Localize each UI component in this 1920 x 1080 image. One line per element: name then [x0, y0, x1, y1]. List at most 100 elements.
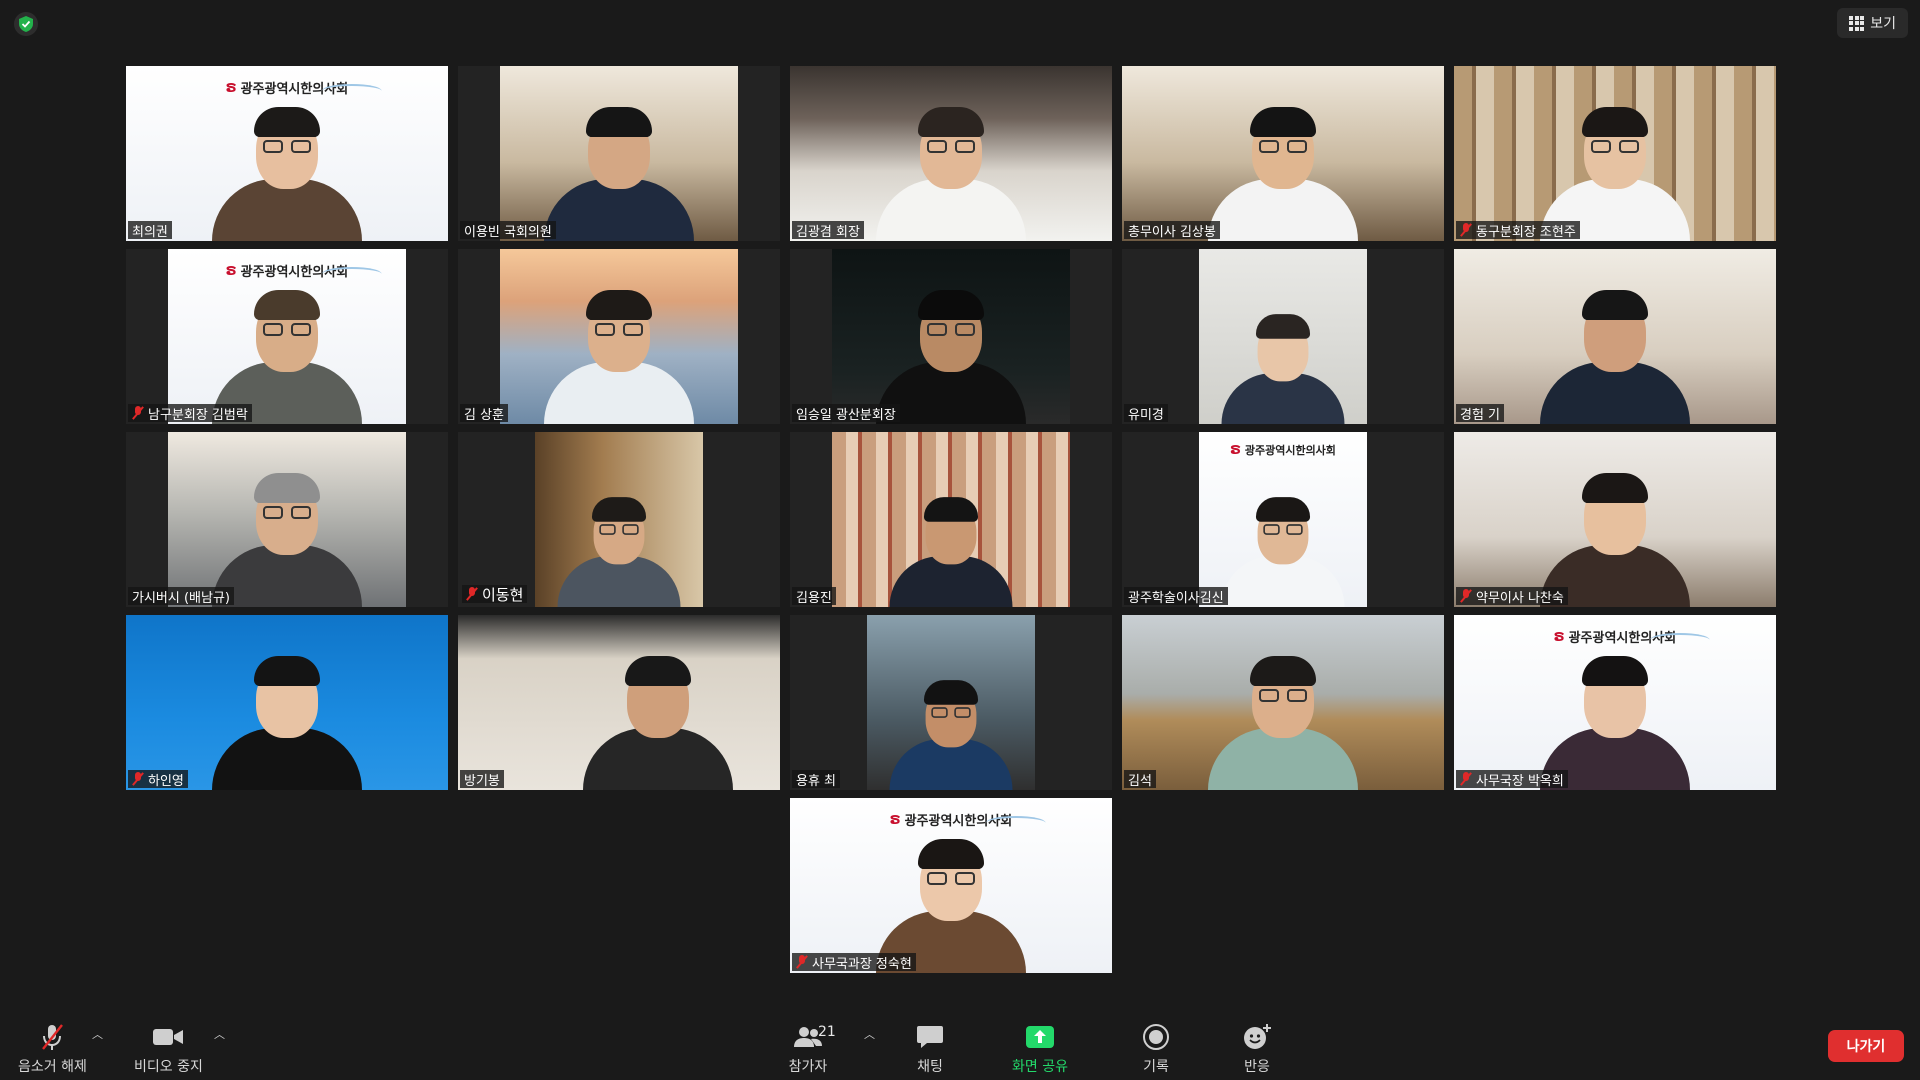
participant-name-tag: 방기봉 — [460, 770, 504, 789]
participant-figure — [1540, 457, 1690, 607]
participant-figure — [889, 667, 1013, 790]
share-screen-arrow-icon — [1025, 1020, 1055, 1054]
muted-mic-icon — [466, 587, 478, 601]
participant-video — [867, 615, 1035, 790]
participant-tile[interactable]: 가시버시 (배남규) — [126, 432, 448, 607]
participant-tile[interactable]: 총무이사 김상봉 — [1122, 66, 1444, 241]
participant-name-tag: 남구분회장 김범락 — [128, 404, 252, 423]
muted-mic-icon — [1460, 772, 1472, 786]
participant-video: ຣ 광주광역시한의사회 — [1454, 615, 1776, 790]
video-options-chevron-up-icon[interactable]: ︿ — [214, 1029, 225, 1040]
participant-video: ຣ 광주광역시한의사회 — [167, 249, 407, 424]
participant-video — [535, 432, 703, 607]
participant-figure — [1540, 640, 1690, 790]
participant-name-tag: 이용빈 국회의원 — [460, 221, 556, 240]
participant-video — [499, 66, 739, 241]
muted-mic-icon — [37, 1020, 67, 1054]
participant-tile[interactable]: 용휴 최 — [790, 615, 1112, 790]
participant-name-tag: 용휴 최 — [792, 770, 841, 789]
participant-figure — [212, 457, 362, 607]
participant-name-tag: 유미경 — [1124, 404, 1168, 423]
participant-name-tag: 광주학술이사김신 — [1124, 587, 1228, 606]
muted-mic-icon — [132, 406, 144, 420]
participant-tile[interactable]: 이용빈 국회의원 — [458, 66, 780, 241]
participant-name-tag: 김석 — [1124, 770, 1156, 789]
participant-video — [1454, 249, 1776, 424]
participant-figure — [1540, 91, 1690, 241]
video-camera-icon — [152, 1020, 184, 1054]
participant-figure — [876, 823, 1026, 973]
audio-options-chevron-up-icon[interactable]: ︿ — [92, 1029, 103, 1040]
participant-tile[interactable]: 김 상훈 — [458, 249, 780, 424]
participant-figure — [1540, 274, 1690, 424]
view-button[interactable]: 보기 — [1837, 8, 1908, 38]
participant-video — [1122, 66, 1444, 241]
participant-tile[interactable]: 동구분회장 조현주 — [1454, 66, 1776, 241]
participant-tile[interactable]: 임승일 광산분회장 — [790, 249, 1112, 424]
participant-video: ຣ 광주광역시한의사회 — [126, 66, 448, 241]
participant-tile[interactable]: ຣ 광주광역시한의사회 남구분회장 김범락 — [126, 249, 448, 424]
participant-figure — [876, 274, 1026, 424]
zoom-meeting-window: 보기 ຣ 광주광역시한의사회 최의권 이용빈 국회의원 김광겸 회장 총무이사 … — [0, 0, 1920, 1080]
participant-video — [499, 249, 739, 424]
participant-name-tag: 김광겸 회장 — [792, 221, 864, 240]
participant-video — [1454, 432, 1776, 607]
share-screen-button[interactable]: 화면 공유 — [1012, 1020, 1068, 1076]
participant-name-tag: 약무이사 나찬숙 — [1456, 587, 1568, 606]
participant-figure — [1208, 91, 1358, 241]
participant-video — [790, 66, 1112, 241]
participants-options-chevron-up-icon[interactable]: ︿ — [864, 1029, 875, 1040]
participant-tile-active-speaker[interactable]: 김광겸 회장 — [790, 66, 1112, 241]
participant-video — [167, 432, 407, 607]
participant-figure — [544, 91, 694, 241]
chat-button[interactable]: 채팅 — [916, 1020, 944, 1076]
participant-figure — [876, 91, 1026, 241]
participant-tile[interactable]: 유미경 — [1122, 249, 1444, 424]
participant-tile[interactable]: ຣ 광주광역시한의사회 사무국장 박옥희 — [1454, 615, 1776, 790]
grid-icon — [1849, 15, 1865, 31]
participant-tile[interactable]: ຣ 광주광역시한의사회 최의권 — [126, 66, 448, 241]
participant-figure — [212, 274, 362, 424]
participant-figure — [582, 640, 733, 790]
participant-figure — [557, 484, 681, 607]
participants-button[interactable]: 21 참가자 — [780, 1020, 836, 1076]
participant-name-tag: 동구분회장 조현주 — [1456, 221, 1580, 240]
chat-bubble-icon — [916, 1020, 944, 1054]
participant-tile[interactable]: 하인영 — [126, 615, 448, 790]
muted-mic-icon — [132, 772, 144, 786]
shield-check-icon[interactable] — [14, 12, 38, 36]
participant-figure — [1221, 301, 1345, 424]
participant-figure — [212, 91, 362, 241]
record-button[interactable]: 기록 — [1142, 1020, 1170, 1076]
participant-tile[interactable]: 김용진 — [790, 432, 1112, 607]
participant-name-tag: 이동현 — [462, 585, 528, 604]
reactions-button[interactable]: 반응 — [1242, 1020, 1272, 1076]
participant-video — [1454, 66, 1776, 241]
participant-tile[interactable]: ຣ 광주광역시한의사회 사무국과장 정숙현 — [790, 798, 1112, 973]
participants-icon: 21 — [780, 1020, 836, 1054]
participant-name-tag: 총무이사 김상봉 — [1124, 221, 1220, 240]
unmute-button[interactable]: 음소거 해제 — [18, 1020, 87, 1076]
participant-name-tag: 김용진 — [792, 587, 836, 606]
participant-video — [126, 615, 448, 790]
stop-video-button[interactable]: 비디오 중지 — [134, 1020, 203, 1076]
participant-video — [1199, 249, 1367, 424]
leave-meeting-button[interactable]: 나가기 — [1828, 1030, 1904, 1062]
participant-figure — [212, 640, 362, 790]
participant-name-tag: 하인영 — [128, 770, 188, 789]
participant-figure — [1221, 484, 1345, 607]
participant-name-tag: 임승일 광산분회장 — [792, 404, 900, 423]
participant-tile[interactable]: 이동현 — [458, 432, 780, 607]
meeting-toolbar: 음소거 해제 ︿ 비디오 중지 ︿ 21 참가자 ︿ 채팅 화면 공유 기록 반… — [0, 1016, 1920, 1080]
participant-tile[interactable]: ຣ 광주광역시한의사회 광주학술이사김신 — [1122, 432, 1444, 607]
participant-tile[interactable]: 경험 기 — [1454, 249, 1776, 424]
society-logo: ຣ 광주광역시한의사회 — [1230, 442, 1336, 458]
view-label: 보기 — [1870, 16, 1896, 32]
participant-name-tag: 경험 기 — [1456, 404, 1505, 423]
participant-tile[interactable]: 김석 — [1122, 615, 1444, 790]
participant-tile[interactable]: 방기봉 — [458, 615, 780, 790]
participant-tile[interactable]: 약무이사 나찬숙 — [1454, 432, 1776, 607]
participant-video — [458, 615, 780, 790]
participant-video — [831, 249, 1071, 424]
muted-mic-icon — [1460, 223, 1472, 237]
